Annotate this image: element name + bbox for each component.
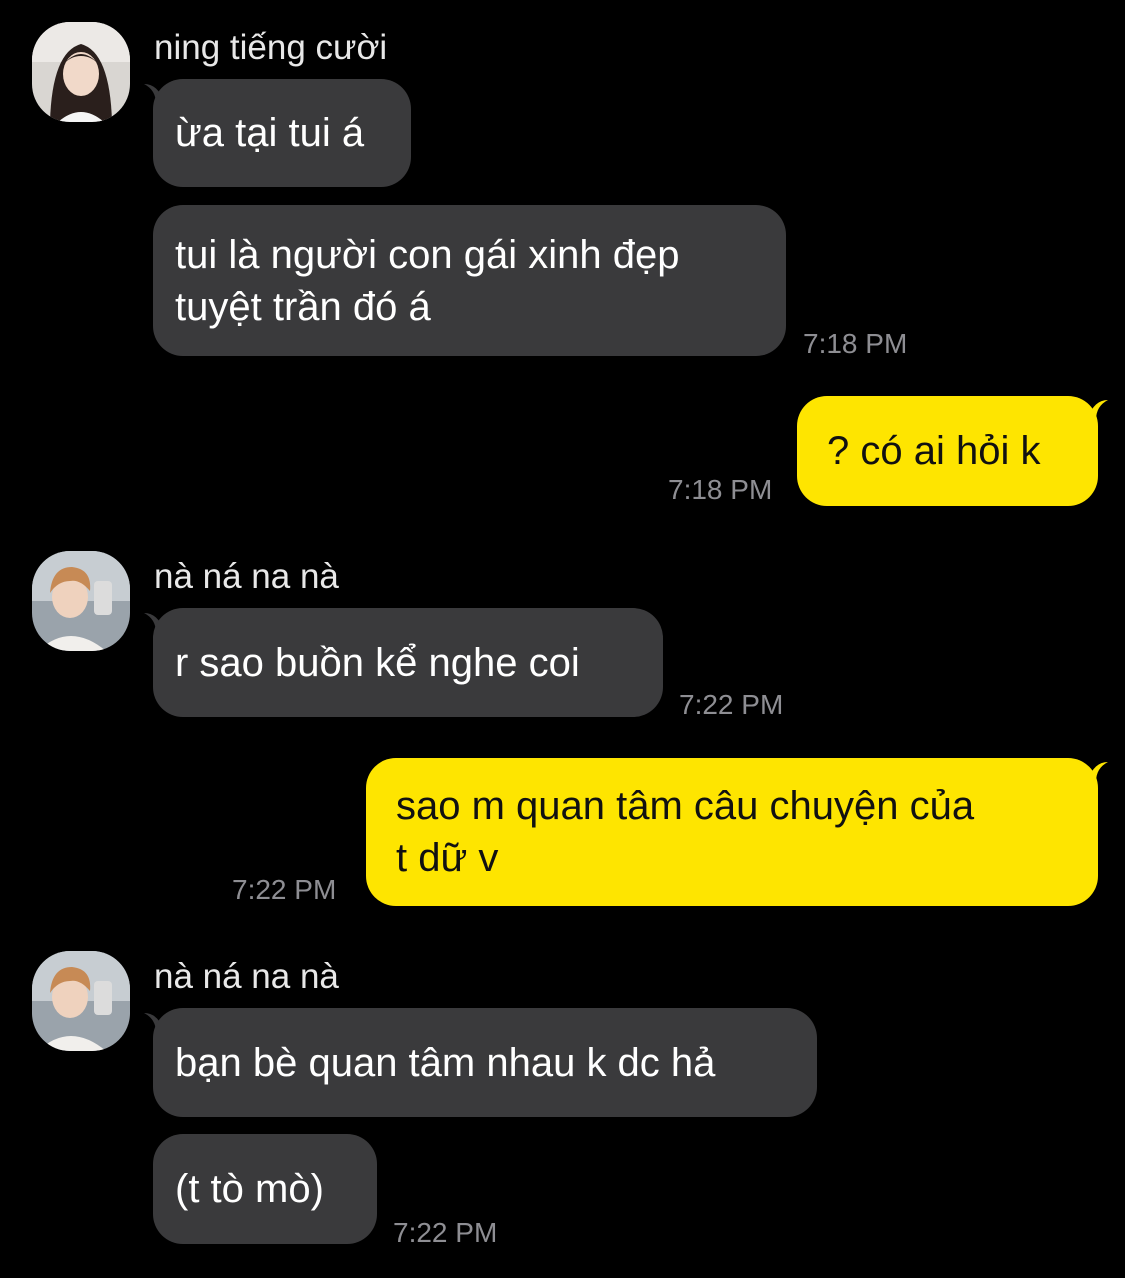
message-bubble-outgoing[interactable]: sao m quan tâm câu chuyện của t dữ v	[366, 758, 1098, 906]
message-text: r sao buồn kể nghe coi	[175, 640, 580, 685]
timestamp: 7:18 PM	[803, 328, 908, 359]
message-bubble[interactable]: tui là người con gái xinh đẹp tuyệt trần…	[153, 205, 786, 356]
message-bubble[interactable]: r sao buồn kể nghe coi	[153, 608, 663, 717]
user-avatar-photo-icon	[32, 951, 130, 1051]
message-bubble[interactable]: (t tò mò)	[153, 1134, 377, 1244]
message-bubble[interactable]: ừa tại tui á	[153, 79, 411, 187]
sender-name-ning: ning tiếng cười	[154, 28, 388, 67]
avatar-nana[interactable]	[32, 551, 130, 651]
sender-name-nana: nà ná na nà	[154, 957, 339, 996]
timestamp: 7:22 PM	[679, 689, 784, 720]
timestamp: 7:22 PM	[232, 874, 337, 905]
timestamp: 7:22 PM	[393, 1217, 498, 1248]
message-text: ? có ai hỏi k	[827, 429, 1041, 473]
user-avatar-photo-icon	[32, 22, 130, 122]
bubble-tail-outgoing	[1088, 400, 1108, 420]
avatar-nana[interactable]	[32, 951, 130, 1051]
bubble-tail-outgoing	[1088, 762, 1108, 782]
message-text: bạn bè quan tâm nhau k dc hả	[175, 1040, 716, 1085]
message-text-line: t dữ v	[396, 836, 499, 880]
message-text: ừa tại tui á	[175, 111, 365, 155]
user-avatar-photo-icon	[32, 551, 130, 651]
message-text: (t tò mò)	[175, 1167, 324, 1211]
message-text-line: tuyệt trần đó á	[175, 284, 431, 329]
message-bubble[interactable]: bạn bè quan tâm nhau k dc hả	[153, 1008, 817, 1117]
message-text-line: sao m quan tâm câu chuyện của	[396, 784, 975, 828]
message-bubble-outgoing[interactable]: ? có ai hỏi k	[797, 396, 1098, 506]
timestamp: 7:18 PM	[668, 474, 773, 505]
message-text-line: tui là người con gái xinh đẹp	[175, 232, 680, 277]
avatar-ning[interactable]	[32, 22, 130, 122]
sender-name-nana: nà ná na nà	[154, 557, 339, 596]
